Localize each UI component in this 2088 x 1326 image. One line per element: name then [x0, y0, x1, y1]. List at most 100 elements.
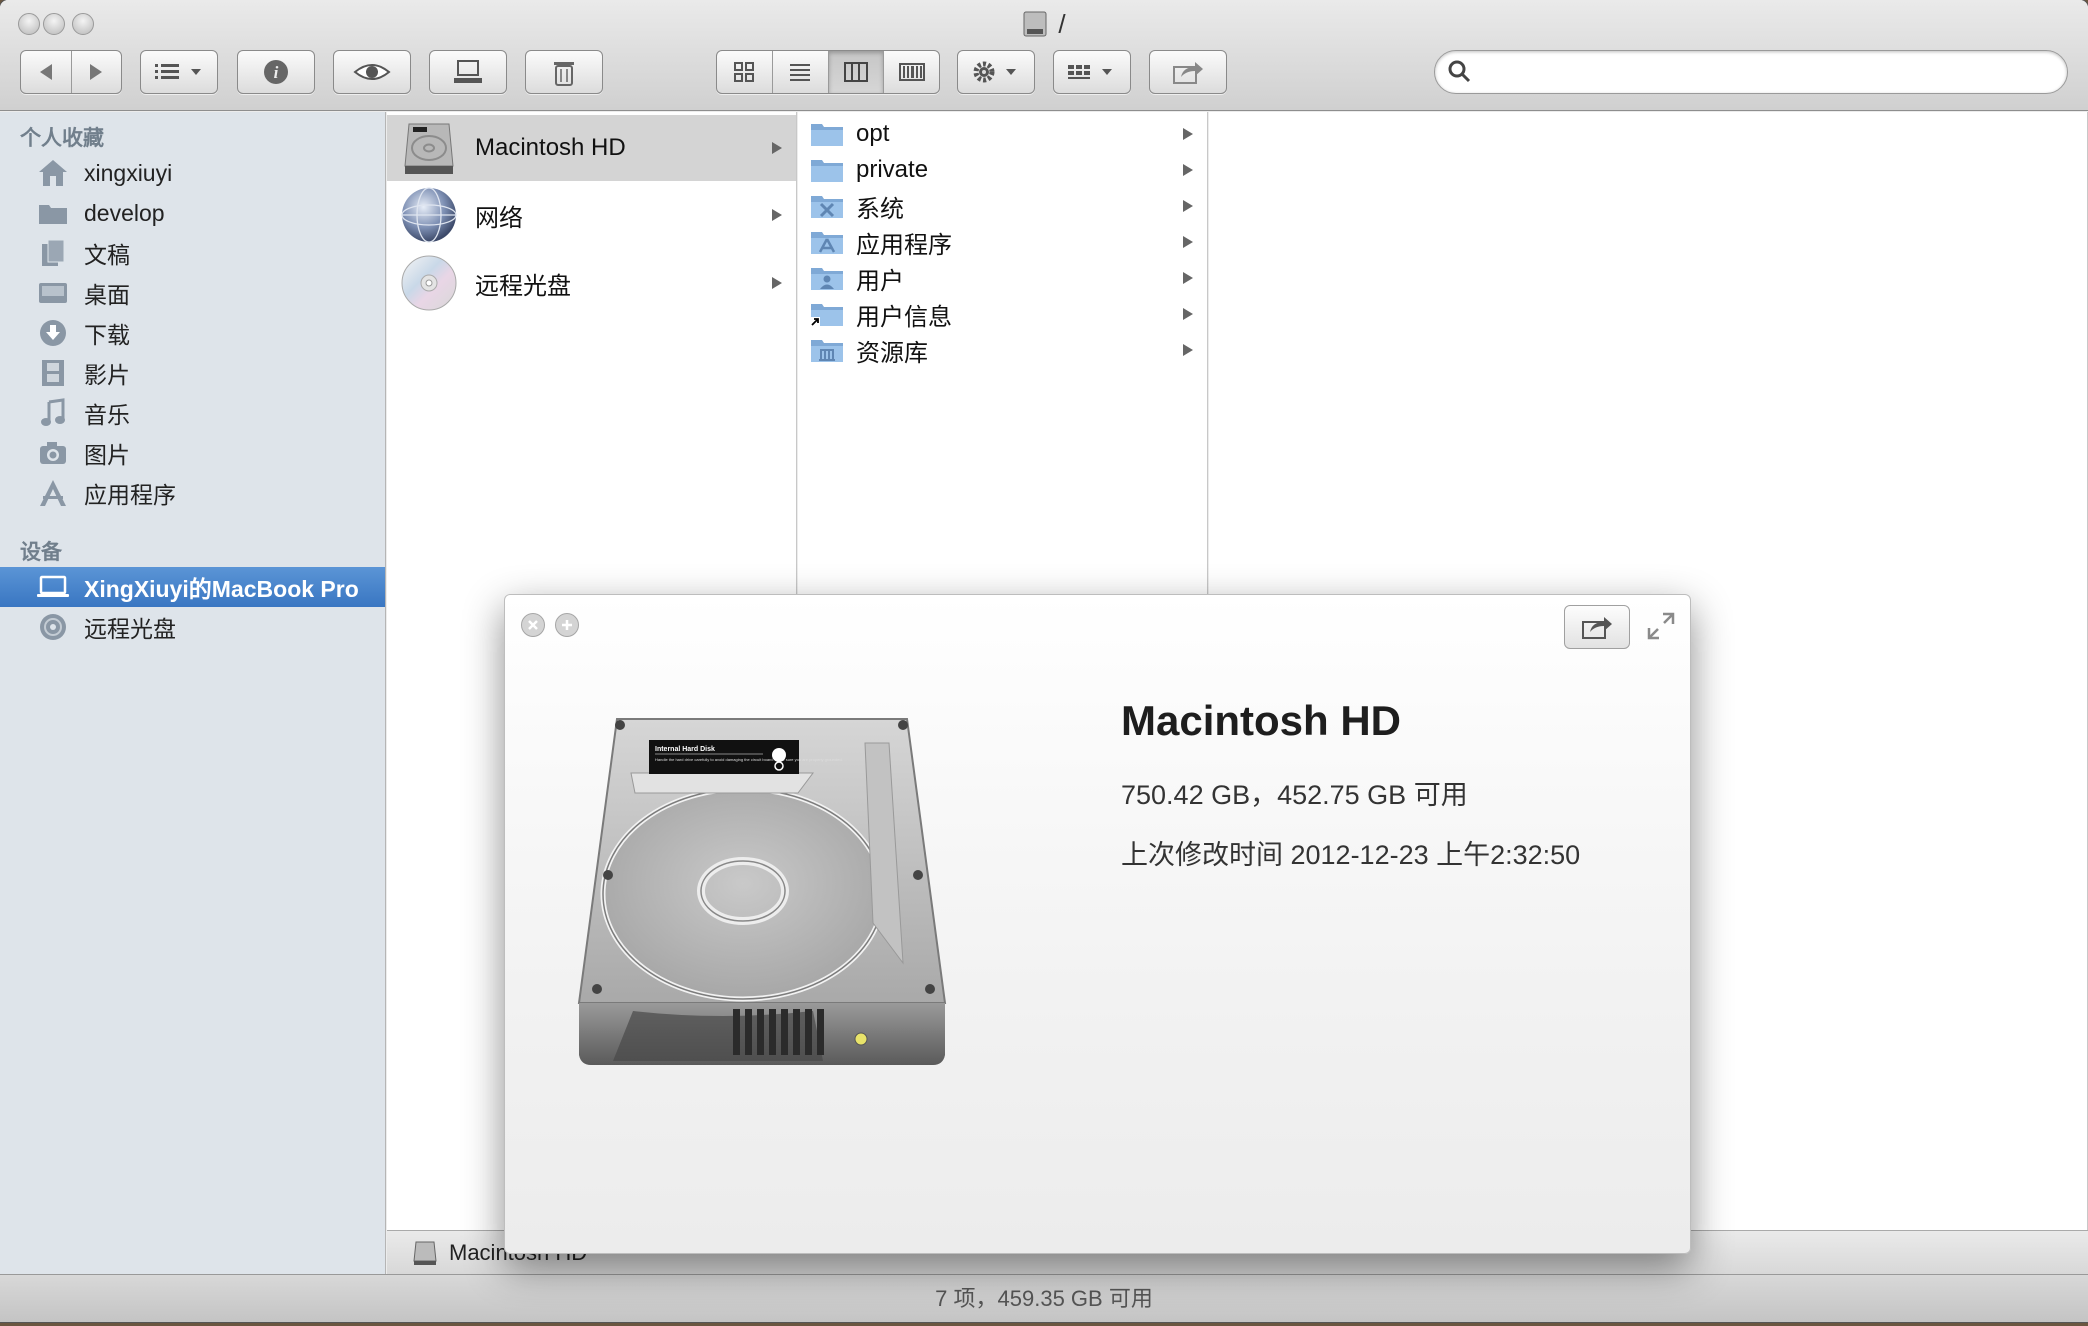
- hard-disk-icon: [1023, 11, 1047, 37]
- sidebar-item-develop[interactable]: develop: [0, 193, 385, 233]
- column-item-label: 用户: [856, 267, 904, 295]
- sidebar-item-label: 下载: [84, 322, 130, 348]
- hard-disk-icon: [404, 123, 454, 174]
- sidebar-item-label: xingxiuyi: [84, 159, 173, 186]
- close-icon: [528, 620, 538, 630]
- home-icon: [39, 160, 67, 186]
- hard-disk-icon: [413, 1241, 437, 1265]
- column-item-system[interactable]: 系统: [798, 188, 1207, 224]
- search-input[interactable]: [1485, 57, 2055, 87]
- quick-look-add-button[interactable]: [555, 613, 579, 637]
- sidebar-item-downloads[interactable]: 下载: [0, 313, 385, 353]
- camera-icon: [40, 442, 66, 464]
- column-view-icon: [843, 62, 868, 82]
- eye-icon: [353, 64, 391, 80]
- library-folder-icon: [811, 340, 843, 362]
- view-column-button[interactable]: [828, 51, 885, 93]
- system-folder-icon: [811, 196, 843, 218]
- quick-look-share-button[interactable]: [1564, 605, 1630, 649]
- sidebar-item-label: develop: [84, 199, 165, 226]
- disk-label-title: Internal Hard Disk: [655, 746, 715, 753]
- search-icon: [1448, 60, 1471, 83]
- chevron-right-icon: [90, 64, 103, 80]
- column-item-remote-disc[interactable]: 远程光盘: [387, 250, 796, 316]
- users-folder-icon: [811, 268, 843, 290]
- info-icon: i: [264, 60, 288, 84]
- sidebar-item-label: 桌面: [84, 282, 130, 308]
- gear-icon: [973, 61, 1016, 83]
- sidebar-item-label: 应用程序: [84, 482, 176, 508]
- quick-look-button[interactable]: [333, 50, 411, 94]
- column-item-label: 资源库: [856, 339, 928, 367]
- sidebar-item-remote-disc[interactable]: 远程光盘: [0, 607, 385, 647]
- list-view-icon: [790, 64, 811, 81]
- network-connect-icon: [454, 60, 482, 83]
- column-item-label: Macintosh HD: [475, 134, 626, 161]
- column-item-label: 网络: [475, 204, 523, 232]
- optical-disc-icon: [401, 255, 457, 311]
- sidebar-item-music[interactable]: 音乐: [0, 393, 385, 433]
- toolbar: / i: [0, 0, 2088, 111]
- arrange-menu-button[interactable]: [140, 50, 218, 94]
- search-field[interactable]: [1434, 50, 2068, 94]
- sidebar-item-label: 远程光盘: [84, 616, 176, 642]
- chevron-left-icon: [39, 64, 52, 80]
- sidebar-item-home[interactable]: xingxiuyi: [0, 153, 385, 193]
- share-icon: [1173, 62, 1203, 84]
- get-info-button[interactable]: i: [237, 50, 315, 94]
- cover-flow-icon: [898, 63, 925, 81]
- disclosure-arrow-icon: [1183, 236, 1193, 248]
- plus-icon: [562, 620, 572, 630]
- applications-folder-icon: [811, 232, 843, 254]
- delete-button[interactable]: [525, 50, 603, 94]
- share-icon: [1582, 617, 1612, 639]
- desktop-icon: [39, 283, 67, 303]
- view-coverflow-button[interactable]: [884, 51, 939, 93]
- share-button[interactable]: [1149, 50, 1227, 94]
- view-icon-button[interactable]: [717, 51, 773, 93]
- sidebar-item-pictures[interactable]: 图片: [0, 433, 385, 473]
- view-list-button[interactable]: [773, 51, 829, 93]
- column-item-macintosh-hd[interactable]: Macintosh HD: [387, 115, 796, 181]
- sidebar-item-macbook[interactable]: XingXiuyi的MacBook Pro: [0, 567, 385, 607]
- column-item-users[interactable]: 用户: [798, 260, 1207, 296]
- trash-icon: [554, 62, 574, 86]
- folder-icon: [811, 124, 843, 146]
- network-globe-icon: [401, 187, 457, 243]
- forward-button[interactable]: [72, 51, 122, 93]
- column-item-library[interactable]: 资源库: [798, 332, 1207, 368]
- column-item-user-info[interactable]: 用户信息: [798, 296, 1207, 332]
- quick-look-close-button[interactable]: [521, 613, 545, 637]
- quick-look-title: Macintosh HD: [1121, 697, 1402, 744]
- status-bar: 7 项，459.35 GB 可用: [0, 1274, 2088, 1322]
- disclosure-arrow-icon: [772, 142, 782, 154]
- sidebar-item-documents[interactable]: 文稿: [0, 233, 385, 273]
- column-item-applications[interactable]: 应用程序: [798, 224, 1207, 260]
- sidebar-item-desktop[interactable]: 桌面: [0, 273, 385, 313]
- sidebar-item-label: 影片: [84, 362, 130, 388]
- window-title-text: /: [1058, 9, 1066, 39]
- disk-label-text: Handle the hard drive carefully to avoid…: [655, 757, 843, 762]
- folder-icon: [811, 160, 843, 182]
- arrangement-menu-button[interactable]: [1053, 50, 1131, 94]
- sidebar-item-label: 文稿: [84, 242, 130, 268]
- back-button[interactable]: [21, 51, 72, 93]
- sidebar-item-movies[interactable]: 影片: [0, 353, 385, 393]
- column-item-network[interactable]: 网络: [387, 182, 796, 248]
- column-item-private[interactable]: private: [798, 152, 1207, 188]
- list-arrange-icon: [155, 64, 201, 79]
- finder-window: / i 个人收藏 xingxiuyi develop 文稿 桌面 下载 影片 音…: [0, 0, 2088, 1322]
- column-item-label: 用户信息: [856, 303, 952, 331]
- connect-server-button[interactable]: [429, 50, 507, 94]
- sidebar-item-applications[interactable]: 应用程序: [0, 473, 385, 513]
- disclosure-arrow-icon: [772, 277, 782, 289]
- view-mode-control: [716, 50, 940, 94]
- fullscreen-icon[interactable]: [1646, 611, 1676, 641]
- quick-look-capacity: 750.42 GB，452.75 GB 可用: [1121, 780, 1468, 810]
- disc-icon: [40, 614, 66, 640]
- sidebar-item-label: 音乐: [84, 402, 130, 428]
- action-menu-button[interactable]: [957, 50, 1035, 94]
- column-item-label: private: [856, 156, 929, 183]
- column-item-opt[interactable]: opt: [798, 116, 1207, 152]
- sidebar-header-devices: 设备: [20, 541, 62, 564]
